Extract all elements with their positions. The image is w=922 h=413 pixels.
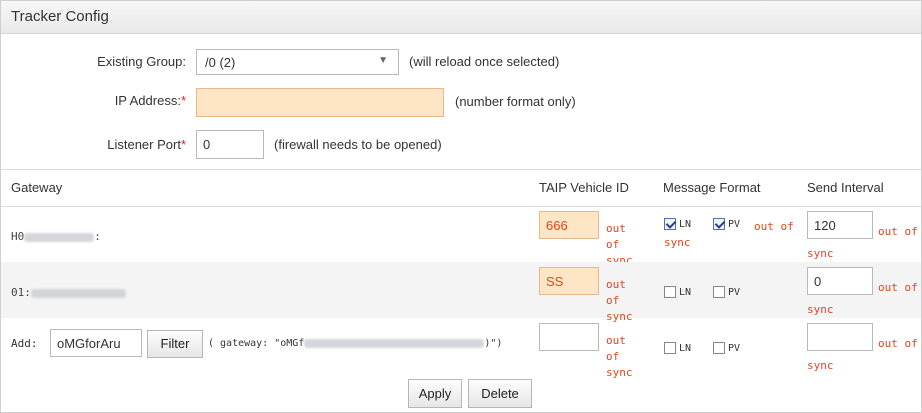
listener-port-hint: (firewall needs to be opened) xyxy=(274,137,442,152)
panel-header: Tracker Config xyxy=(1,1,921,34)
ip-address-input[interactable] xyxy=(196,88,444,117)
send-interval-status: out of sync xyxy=(807,281,918,316)
vehicle-id-status: out of sync xyxy=(606,334,633,379)
column-header-taip-vehicle-id: TAIP Vehicle ID xyxy=(539,180,629,195)
existing-group-select[interactable]: /0 (2) ▼ xyxy=(196,49,399,75)
delete-button[interactable]: Delete xyxy=(468,379,532,408)
tracker-config-panel: Tracker Config Existing Group: /0 (2) ▼ … xyxy=(0,0,922,413)
gateway-hint: ( gateway: "oMGf)") xyxy=(208,338,503,349)
existing-group-value: /0 (2) xyxy=(205,55,236,70)
chevron-down-icon: ▼ xyxy=(378,55,388,66)
vehicle-id-input[interactable] xyxy=(539,267,599,295)
pv-label: PV xyxy=(728,343,741,354)
existing-group-label: Existing Group: xyxy=(97,54,186,69)
gateway-id: 01: xyxy=(11,286,126,299)
redacted-text xyxy=(304,338,485,348)
send-interval-status: out of sync xyxy=(807,337,918,372)
required-mark: * xyxy=(180,93,186,108)
filter-button[interactable]: Filter xyxy=(147,330,203,358)
apply-button[interactable]: Apply xyxy=(408,379,462,408)
ln-label: LN xyxy=(679,343,692,354)
ln-label: LN xyxy=(679,287,692,298)
redacted-text xyxy=(24,232,95,242)
form-actions: Apply Delete xyxy=(1,377,921,413)
column-header-message-format: Message Format xyxy=(663,180,761,195)
pv-checkbox[interactable] xyxy=(713,342,725,354)
table-row: H0: out of sync LN PV out of sync out of… xyxy=(1,206,921,267)
add-label: Add: xyxy=(11,337,38,350)
send-interval-status: out of sync xyxy=(807,225,918,260)
column-header-send-interval: Send Interval xyxy=(807,180,884,195)
format-status: out of sync xyxy=(664,220,794,249)
column-header-gateway: Gateway xyxy=(11,180,63,195)
add-gateway-input[interactable] xyxy=(50,329,142,357)
pv-label: PV xyxy=(728,287,741,298)
ip-address-label: IP Address:* xyxy=(114,93,186,108)
listener-port-input[interactable] xyxy=(196,130,264,159)
listener-port-label: Listener Port* xyxy=(107,137,186,152)
add-row: Add: Filter ( gateway: "oMGf)") out of s… xyxy=(1,318,921,379)
gateway-id: H0: xyxy=(11,230,101,243)
pv-checkbox[interactable] xyxy=(713,286,725,298)
existing-group-hint: (will reload once selected) xyxy=(409,54,560,69)
vehicle-id-input[interactable] xyxy=(539,211,599,239)
ln-checkbox[interactable] xyxy=(664,342,676,354)
table-row: 01: out of sync LN PV out of sync xyxy=(1,262,921,323)
ip-address-hint: (number format only) xyxy=(455,94,576,109)
panel-title: Tracker Config xyxy=(11,8,109,25)
table-header: Gateway TAIP Vehicle ID Message Format S… xyxy=(1,169,921,207)
vehicle-id-input[interactable] xyxy=(539,323,599,351)
required-mark: * xyxy=(180,137,186,152)
ln-checkbox[interactable] xyxy=(664,286,676,298)
redacted-text xyxy=(30,288,126,298)
